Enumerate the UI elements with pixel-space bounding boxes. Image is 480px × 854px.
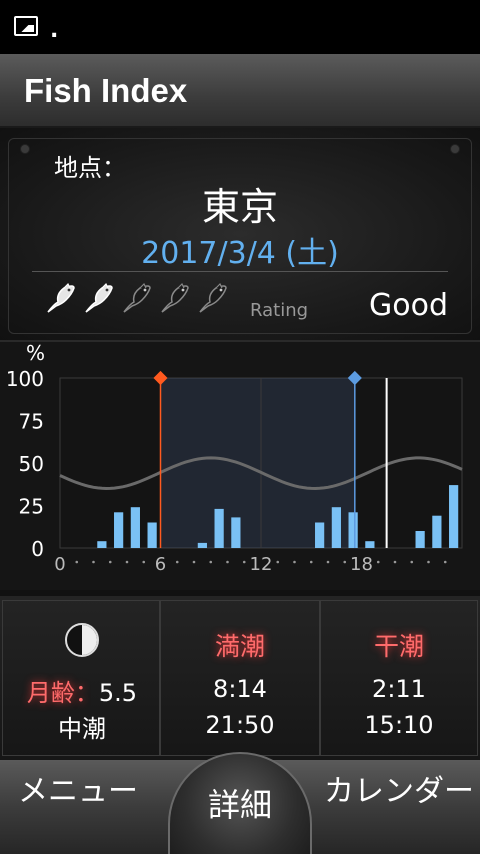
status-bar: . — [0, 0, 480, 54]
bolt-icon — [20, 144, 30, 154]
moon-phase-icon — [65, 623, 99, 657]
high-tide-column: 満潮 8:14 21:50 — [160, 600, 320, 756]
rating-fish-icons — [44, 282, 230, 316]
high-tide-label: 満潮 — [214, 632, 265, 661]
x-minor-tick — [108, 560, 112, 564]
x-minor-tick — [443, 560, 447, 564]
chart-bar — [432, 515, 442, 548]
x-minor-tick — [192, 560, 196, 564]
bolt-icon — [450, 144, 460, 154]
y-tick-label: 75 — [19, 410, 44, 434]
moon-age-label: 月齢： — [26, 679, 99, 707]
x-minor-tick — [343, 560, 347, 564]
x-tick-label: 6 — [155, 554, 166, 575]
rating-label: Rating — [250, 300, 309, 321]
moon-age-value: 5.5 — [98, 679, 138, 707]
chart-svg: % 0 25 50 75 100 0 6 12 18 — [6, 342, 463, 575]
moon-age: 月齢：5.5 — [3, 673, 161, 708]
fish-empty-icon — [123, 282, 151, 313]
calendar-button[interactable]: カレンダー — [324, 766, 474, 810]
x-minor-tick — [209, 560, 213, 564]
x-minor-tick — [393, 560, 397, 564]
x-minor-tick — [276, 560, 280, 564]
app-title: Fish Index — [24, 72, 188, 109]
chart-bar — [97, 541, 107, 548]
moon-column: 月齢：5.5 中潮 — [2, 600, 160, 756]
detail-label: 詳細 — [207, 786, 272, 824]
x-tick-label: 18 — [350, 554, 373, 575]
detail-button[interactable]: 詳細 — [168, 752, 312, 854]
fish-empty-icon — [199, 282, 227, 313]
chart-bar — [315, 522, 325, 548]
high-tide-time-1: 8:14 — [213, 675, 267, 703]
chart-bar — [331, 507, 341, 548]
location-city[interactable]: 東京 — [0, 176, 480, 231]
x-minor-tick — [242, 560, 246, 564]
shaded-range — [160, 378, 355, 548]
chart-bar — [197, 542, 207, 548]
x-minor-tick — [293, 560, 296, 564]
y-tick-label: 100 — [6, 367, 44, 391]
fish-filled-icon — [85, 282, 113, 313]
x-minor-tick — [410, 560, 414, 564]
x-minor-tick — [326, 560, 330, 564]
x-minor-tick — [125, 560, 129, 564]
location-date[interactable]: 2017/3/4 (土) — [0, 228, 480, 272]
high-tide-time-2: 21:50 — [205, 711, 275, 739]
x-tick-label: 0 — [54, 554, 65, 575]
y-tick-label: 0 — [31, 537, 44, 561]
low-tide-label: 干潮 — [373, 632, 424, 661]
bottom-nav: メニュー 詳細 カレンダー — [0, 752, 480, 854]
chart-bar — [415, 531, 425, 548]
x-minor-tick — [226, 560, 229, 564]
status-indicator: . — [50, 18, 59, 43]
divider — [32, 271, 448, 272]
chart-bar — [365, 541, 375, 548]
y-tick-label: 25 — [19, 495, 44, 519]
rating-value: Good — [369, 288, 448, 323]
app-bar: Fish Index — [0, 54, 480, 128]
chart-bar — [231, 517, 241, 548]
y-tick-label: 50 — [19, 452, 44, 476]
low-tide-time-2: 15:10 — [364, 711, 434, 739]
chart-bar — [130, 507, 140, 548]
x-minor-tick — [309, 560, 313, 564]
menu-button[interactable]: メニュー — [18, 766, 138, 810]
x-minor-tick — [142, 560, 146, 564]
x-minor-tick — [376, 560, 380, 564]
x-minor-tick — [92, 560, 95, 564]
x-minor-tick — [175, 560, 179, 564]
y-axis-unit: % — [26, 342, 45, 365]
tide-type: 中潮 — [58, 715, 106, 743]
low-tide-time-1: 2:11 — [372, 675, 426, 703]
fish-index-chart: % 0 25 50 75 100 0 6 12 18 — [0, 340, 480, 590]
chart-bar — [348, 512, 358, 548]
low-tide-column: 干潮 2:11 15:10 — [320, 600, 478, 756]
chart-bar — [449, 485, 459, 548]
chart-bar — [114, 512, 124, 548]
location-panel: 地点： 東京 2017/3/4 (土) Rating Good — [0, 128, 480, 340]
fish-empty-icon — [161, 282, 189, 313]
chart-bar — [147, 522, 157, 548]
x-minor-tick — [427, 560, 430, 564]
chart-bar — [214, 508, 224, 548]
tide-panel: 月齢：5.5 中潮 満潮 8:14 21:50 干潮 2:11 15:10 — [0, 596, 480, 760]
fish-filled-icon — [47, 282, 75, 313]
x-tick-label: 12 — [250, 554, 273, 575]
x-minor-tick — [75, 560, 79, 564]
image-icon — [14, 16, 38, 36]
